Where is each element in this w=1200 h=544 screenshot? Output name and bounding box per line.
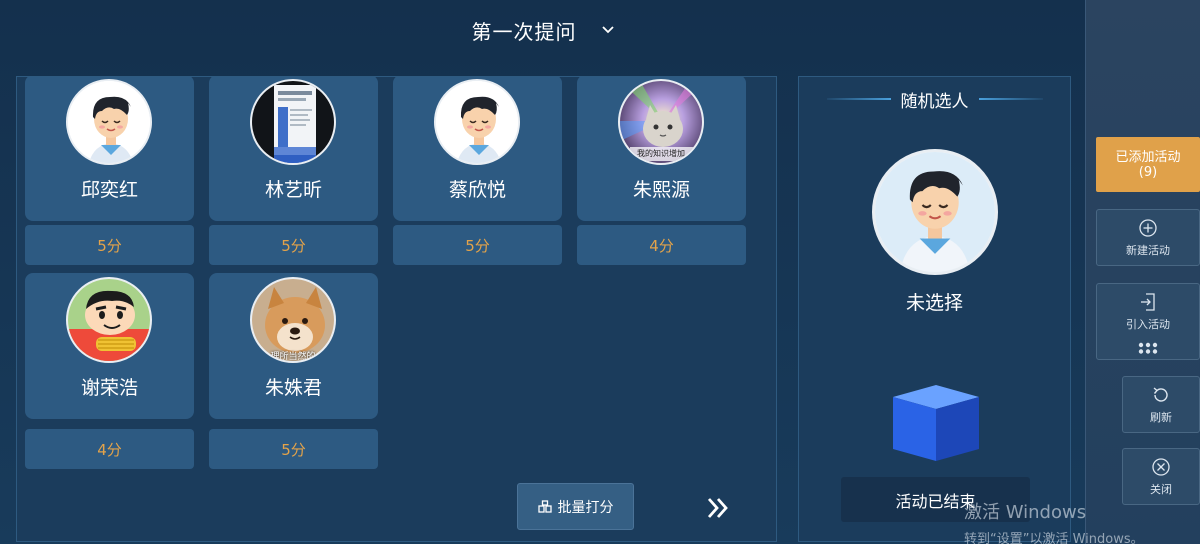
double-chevron-right-icon[interactable] [703, 493, 733, 523]
random-picker-title: 随机选人 [900, 91, 969, 112]
student-card[interactable]: 林艺昕 [209, 77, 378, 221]
question-selector[interactable]: 第一次提问 [472, 16, 615, 45]
student-score[interactable]: 5分 [209, 225, 378, 265]
crayon-shinchan-icon [68, 279, 150, 361]
new-activity-button[interactable]: 新建活动 [1096, 209, 1200, 266]
divider [978, 98, 1043, 100]
student-avatar [434, 79, 520, 165]
close-icon [1152, 457, 1170, 476]
added-activity-button[interactable]: 已添加活动 (9) [1096, 137, 1200, 192]
cartoon-boy-icon [68, 81, 150, 163]
student-avatar [66, 277, 152, 363]
student-score[interactable]: 5分 [393, 225, 562, 265]
refresh-button[interactable]: 刷新 [1122, 376, 1200, 433]
student-name: 邱奕红 [80, 179, 138, 201]
main-area: 第一次提问 邱奕红 5分 林艺昕 5分 蔡欣悦 5分 我的知识增加 朱熙源 4分… [0, 0, 1086, 544]
import-activity-label: 引入活动 [1126, 318, 1170, 331]
batch-score-button[interactable]: 批量打分 [517, 483, 634, 530]
right-sidebar: 已添加活动 (9) 新建活动 引入活动 刷新 关闭 [1086, 0, 1200, 544]
student-name: 蔡欣悦 [448, 179, 506, 201]
student-score[interactable]: 4分 [577, 225, 746, 265]
more-options[interactable] [1096, 336, 1200, 360]
student-name: 朱姝君 [264, 377, 322, 399]
student-avatar: 我的知识增加 [618, 79, 704, 165]
avatar-caption: 理所当然的 [270, 352, 316, 362]
avatar-caption: 我的知识增加 [637, 149, 685, 158]
student-avatar [250, 79, 336, 165]
more-dots-icon [1138, 342, 1158, 354]
new-activity-label: 新建活动 [1126, 243, 1170, 257]
close-button[interactable]: 关闭 [1122, 448, 1200, 505]
selection-status: 未选择 [905, 292, 963, 314]
added-activity-label: 已添加活动 [1115, 149, 1181, 165]
batch-score-label: 批量打分 [557, 499, 614, 516]
batch-score-icon [537, 499, 552, 513]
plus-circle-icon [1139, 218, 1157, 237]
student-card[interactable]: 蔡欣悦 [393, 77, 562, 221]
added-activity-count: (9) [1138, 164, 1158, 180]
student-name: 朱熙源 [632, 179, 690, 201]
refresh-label: 刷新 [1150, 410, 1172, 424]
question-title: 第一次提问 [471, 19, 577, 44]
random-picker-header: 随机选人 [799, 87, 1070, 112]
student-card[interactable]: 理所当然的 朱姝君 [209, 273, 378, 419]
student-avatar [66, 79, 152, 165]
import-icon [1141, 293, 1155, 311]
top-bar: 第一次提问 [0, 0, 1086, 60]
students-panel: 邱奕红 5分 林艺昕 5分 蔡欣悦 5分 我的知识增加 朱熙源 4分 谢荣浩 4… [16, 76, 777, 542]
chevron-down-icon [601, 26, 614, 34]
refresh-icon [1153, 386, 1168, 402]
student-avatar: 理所当然的 [250, 277, 336, 363]
cartoon-boy-icon [875, 152, 995, 272]
student-name: 林艺昕 [264, 179, 322, 201]
close-label: 关闭 [1150, 482, 1172, 496]
cartoon-boy-icon [436, 81, 518, 163]
student-card[interactable]: 谢荣浩 [25, 273, 194, 419]
cube-icon[interactable] [891, 383, 981, 463]
student-card[interactable]: 邱奕红 [25, 77, 194, 221]
activity-status-box: 活动已结束 [841, 477, 1030, 522]
student-score[interactable]: 4分 [25, 429, 194, 469]
document-photo-icon [252, 81, 334, 163]
random-picker-panel: 随机选人 未选择 活动已结束 [798, 76, 1071, 542]
student-name: 谢荣浩 [80, 377, 138, 399]
student-score[interactable]: 5分 [25, 225, 194, 265]
divider [826, 98, 891, 100]
student-score[interactable]: 5分 [209, 429, 378, 469]
selected-student-avatar [872, 149, 998, 275]
activity-status-text: 活动已结束 [895, 491, 976, 511]
student-card[interactable]: 我的知识增加 朱熙源 [577, 77, 746, 221]
